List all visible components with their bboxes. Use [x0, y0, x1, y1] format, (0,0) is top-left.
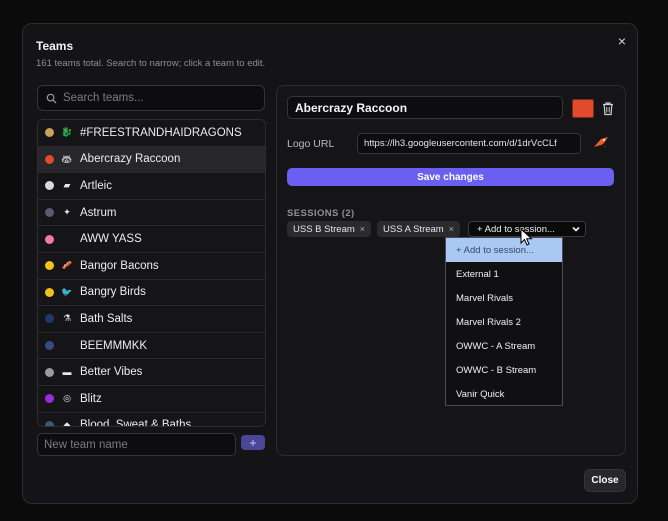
trash-icon[interactable]: [601, 101, 615, 116]
new-team-field[interactable]: [37, 433, 236, 456]
raccoon-logo-icon: [594, 137, 608, 148]
logo-url-input[interactable]: https://lh3.googleusercontent.com/d/1drV…: [357, 133, 581, 154]
team-row[interactable]: BEEMMMKK: [38, 333, 265, 360]
team-name: AWW YASS: [80, 233, 142, 246]
session-chip: USS A Stream ×: [377, 221, 460, 237]
team-row[interactable]: ◎ Blitz: [38, 386, 265, 413]
dropdown-option[interactable]: Marvel Rivals 2: [446, 310, 562, 334]
team-row[interactable]: 🥓 Bangor Bacons: [38, 253, 265, 280]
team-row[interactable]: ⚗ Bath Salts: [38, 306, 265, 333]
dropdown-option[interactable]: OWWC - B Stream: [446, 358, 562, 382]
team-color-dot: [45, 420, 54, 426]
bsb-logo-icon: ◆: [63, 419, 71, 427]
team-color-dot: [45, 367, 54, 377]
team-color-dot: [45, 314, 54, 324]
search-input[interactable]: [63, 92, 253, 104]
team-name: Artleic: [80, 179, 112, 192]
bathsalts-logo-icon: ⚗: [62, 313, 72, 324]
team-row[interactable]: 🐦 Bangry Birds: [38, 280, 265, 307]
team-row[interactable]: 🐉 #FREESTRANDHAIDRAGONS: [38, 120, 265, 147]
chevron-down-icon: [572, 226, 580, 232]
team-name: Better Vibes: [80, 366, 143, 379]
background-text: [354, 10, 474, 20]
session-chip-label: USS B Stream: [293, 223, 355, 235]
team-name: Bath Salts: [80, 312, 133, 325]
logo-url-label: Logo URL: [287, 138, 335, 150]
dropdown-option[interactable]: External 1: [446, 262, 562, 286]
blitz-logo-icon: ◎: [63, 393, 71, 404]
dragon-logo-icon: 🐉: [61, 127, 73, 138]
team-color-swatch[interactable]: [572, 99, 594, 118]
raccoon-logo-icon: 🦝: [61, 153, 73, 164]
bacon-logo-icon: 🥓: [61, 260, 73, 271]
team-row[interactable]: ▬ Better Vibes: [38, 359, 265, 386]
vibes-logo-icon: ▬: [62, 367, 72, 378]
team-row[interactable]: 🦝 Abercrazy Raccoon: [38, 146, 265, 174]
team-color-dot: [45, 394, 54, 404]
team-name: Bangry Birds: [80, 286, 146, 299]
team-name-input[interactable]: Abercrazy Raccoon: [287, 96, 563, 119]
team-row[interactable]: AWW YASS: [38, 226, 265, 253]
session-dropdown-menu: + Add to session... External 1 Marvel Riva…: [445, 237, 563, 406]
team-color-dot: [45, 341, 54, 351]
session-chip-label: USS A Stream: [383, 223, 444, 235]
team-name: Abercrazy Raccoon: [80, 153, 181, 166]
team-row[interactable]: ✦ Astrum: [38, 200, 265, 227]
dropdown-option[interactable]: OWWC - A Stream: [446, 334, 562, 358]
team-row[interactable]: ◆ Blood, Sweat & Baths: [38, 413, 265, 427]
blank-logo-icon: [60, 339, 74, 353]
dropdown-option[interactable]: Marvel Rivals: [446, 286, 562, 310]
sessions-label: SESSIONS (2): [287, 208, 355, 219]
bird-logo-icon: 🐦: [61, 286, 73, 297]
dropdown-option[interactable]: Vanir Quick: [446, 382, 562, 406]
add-to-session-label: + Add to session...: [477, 223, 555, 235]
astrum-logo-icon: ✦: [63, 207, 71, 218]
team-name: Blood, Sweat & Baths: [80, 419, 192, 427]
team-row[interactable]: ▰ Artleic: [38, 173, 265, 200]
team-color-dot: [45, 128, 54, 138]
new-team-input[interactable]: [44, 438, 229, 451]
team-color-dot: [45, 234, 54, 244]
search-icon: [46, 93, 57, 104]
team-name: Bangor Bacons: [80, 259, 159, 272]
mouse-cursor-icon: [520, 228, 533, 246]
add-team-button[interactable]: +: [241, 435, 265, 450]
team-name: #FREESTRANDHAIDRAGONS: [80, 126, 242, 139]
dropdown-option[interactable]: + Add to session...: [446, 238, 562, 262]
remove-session-icon[interactable]: ×: [449, 224, 454, 234]
blank-logo-icon: [60, 232, 74, 246]
team-color-dot: [45, 261, 54, 271]
modal-subtitle: 161 teams total. Search to narrow; click…: [36, 58, 266, 69]
session-chip: USS B Stream ×: [287, 221, 372, 237]
team-name: BEEMMMKK: [80, 339, 148, 352]
team-name: Blitz: [80, 392, 102, 405]
team-list: 🐉 #FREESTRANDHAIDRAGONS 🦝 Abercrazy Raccoon…: [37, 119, 266, 427]
team-color-dot: [45, 287, 54, 297]
team-name: Astrum: [80, 206, 117, 219]
save-changes-button[interactable]: Save changes: [287, 168, 614, 186]
search-box[interactable]: [37, 85, 265, 111]
remove-session-icon[interactable]: ×: [360, 224, 365, 234]
modal-title: Teams: [36, 39, 74, 53]
team-color-dot: [45, 181, 54, 191]
close-icon[interactable]: ×: [618, 33, 626, 49]
close-button[interactable]: Close: [584, 469, 626, 492]
artleic-logo-icon: ▰: [63, 180, 71, 191]
team-color-dot: [45, 208, 54, 218]
team-color-dot: [45, 154, 54, 164]
